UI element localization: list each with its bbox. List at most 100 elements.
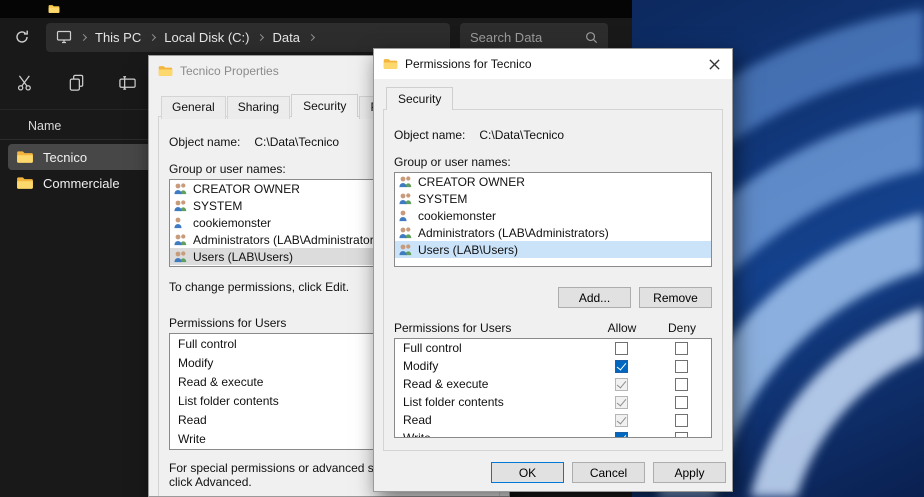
copy-icon <box>67 73 86 92</box>
deny-checkbox[interactable] <box>675 432 688 439</box>
group-label: Users (LAB\Users) <box>193 250 293 264</box>
chevron-right-icon <box>257 33 264 40</box>
refresh-icon <box>14 29 30 45</box>
tab-security[interactable]: Security <box>386 87 453 110</box>
group-icon <box>173 182 188 195</box>
permission-row: Read & execute <box>395 375 711 393</box>
permission-row: Full control <box>395 339 711 357</box>
group-row[interactable]: cookiemonster <box>395 207 711 224</box>
group-label: SYSTEM <box>193 199 242 213</box>
cancel-button[interactable]: Cancel <box>572 462 645 483</box>
group-label: CREATOR OWNER <box>193 182 300 196</box>
file-label: Tecnico <box>43 150 87 165</box>
permissions-for-users-label: Permissions for Users <box>394 321 592 335</box>
allow-checkbox[interactable] <box>615 378 628 391</box>
folder-icon <box>16 150 34 164</box>
group-label: cookiemonster <box>193 216 271 230</box>
permission-row: Modify <box>395 357 711 375</box>
object-name-value: C:\Data\Tecnico <box>479 128 564 142</box>
group-row[interactable]: Administrators (LAB\Administrators) <box>395 224 711 241</box>
rename-button[interactable] <box>116 72 138 94</box>
copy-button[interactable] <box>65 72 87 94</box>
file-label: Commerciale <box>43 176 120 191</box>
group-row[interactable]: SYSTEM <box>395 190 711 207</box>
group-names-label: Group or user names: <box>394 155 712 169</box>
tab[interactable]: Security <box>291 94 358 117</box>
group-label: Users (LAB\Users) <box>418 243 518 257</box>
search-placeholder: Search Data <box>470 30 542 45</box>
group-label: Administrators (LAB\Administrators) <box>193 233 384 247</box>
group-icon <box>173 233 188 246</box>
allow-checkbox[interactable] <box>615 414 628 427</box>
cut-button[interactable] <box>14 72 36 94</box>
permission-row: Read <box>395 411 711 429</box>
permission-label: List folder contents <box>395 395 591 409</box>
close-button[interactable] <box>696 49 732 79</box>
folder-icon <box>158 65 173 77</box>
user-icon <box>173 216 188 229</box>
permission-label: Read & execute <box>395 377 591 391</box>
permission-row: List folder contents <box>395 393 711 411</box>
chevron-right-icon <box>149 33 156 40</box>
close-icon <box>709 59 720 70</box>
deny-column-header: Deny <box>652 321 712 335</box>
permissions-grid: Full control Modify Read & execute List … <box>394 338 712 438</box>
deny-checkbox[interactable] <box>675 414 688 427</box>
deny-checkbox[interactable] <box>675 342 688 355</box>
remove-button[interactable]: Remove <box>639 287 712 308</box>
breadcrumb-this-pc[interactable]: This PC <box>95 30 141 45</box>
breadcrumb-data[interactable]: Data <box>272 30 299 45</box>
permissions-tabs: Security <box>386 87 732 110</box>
add-button[interactable]: Add... <box>558 287 631 308</box>
group-icon <box>398 243 413 256</box>
cut-icon <box>16 73 35 92</box>
group-label: CREATOR OWNER <box>418 175 525 189</box>
group-label: SYSTEM <box>418 192 467 206</box>
permission-label: Write <box>395 431 591 438</box>
rename-icon <box>118 73 137 92</box>
folder-icon <box>383 58 398 70</box>
ok-button[interactable]: OK <box>491 462 564 483</box>
object-name-label: Object name: <box>169 135 240 149</box>
group-row[interactable]: Users (LAB\Users) <box>395 241 711 258</box>
permission-label: Full control <box>395 341 591 355</box>
dialog-title: Permissions for Tecnico <box>405 57 689 71</box>
security-tab-panel: Object name: C:\Data\Tecnico Group or us… <box>383 109 723 451</box>
folder-icon <box>16 176 34 190</box>
group-icon <box>398 226 413 239</box>
group-list: CREATOR OWNER SYSTEM <box>394 172 712 267</box>
group-icon <box>398 175 413 188</box>
allow-checkbox[interactable] <box>615 360 628 373</box>
breadcrumb-local-disk[interactable]: Local Disk (C:) <box>164 30 249 45</box>
explorer-tab-bar <box>0 0 632 18</box>
permission-label: Read <box>395 413 591 427</box>
folder-tab-icon[interactable] <box>48 4 60 14</box>
deny-checkbox[interactable] <box>675 378 688 391</box>
refresh-button[interactable] <box>8 23 36 51</box>
user-icon <box>398 209 413 222</box>
deny-checkbox[interactable] <box>675 360 688 373</box>
this-pc-icon <box>56 30 72 44</box>
group-label: cookiemonster <box>418 209 496 223</box>
permissions-dialog: Permissions for Tecnico Security Object … <box>373 48 733 492</box>
search-icon <box>585 31 598 44</box>
allow-checkbox[interactable] <box>615 432 628 439</box>
tab[interactable]: General <box>161 96 226 119</box>
permission-row: Write <box>395 429 711 438</box>
group-row[interactable]: CREATOR OWNER <box>395 173 711 190</box>
apply-button[interactable]: Apply <box>653 462 726 483</box>
group-icon <box>398 192 413 205</box>
group-label: Administrators (LAB\Administrators) <box>418 226 609 240</box>
allow-checkbox[interactable] <box>615 342 628 355</box>
chevron-right-icon <box>80 33 87 40</box>
tab[interactable]: Sharing <box>227 96 290 119</box>
permissions-dialog-titlebar: Permissions for Tecnico <box>374 49 732 79</box>
object-name-value: C:\Data\Tecnico <box>254 135 339 149</box>
deny-checkbox[interactable] <box>675 396 688 409</box>
group-icon <box>173 199 188 212</box>
permission-label: Modify <box>395 359 591 373</box>
group-icon <box>173 250 188 263</box>
chevron-right-icon <box>308 33 315 40</box>
allow-column-header: Allow <box>592 321 652 335</box>
allow-checkbox[interactable] <box>615 396 628 409</box>
